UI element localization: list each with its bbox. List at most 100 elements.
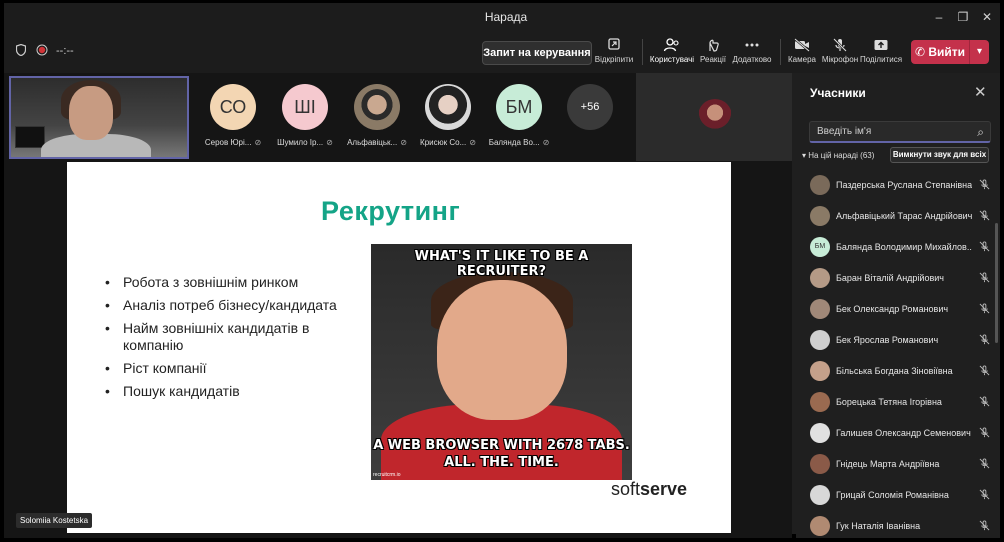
request-control-button[interactable]: Запит на керування	[482, 41, 592, 65]
search-input[interactable]: Введіть ім'я ⌕	[809, 121, 991, 143]
leave-main[interactable]: ✆ Вийти	[911, 40, 969, 64]
mic-off-icon: ⊘	[400, 138, 407, 147]
avatar	[698, 99, 732, 133]
participant-name-row: Баляндa Во... ⊘	[484, 138, 554, 147]
mic-off-icon: ⊘	[542, 138, 550, 147]
participant-name: Більська Богдана Зіновіївна	[836, 366, 953, 376]
scrollbar[interactable]	[995, 223, 998, 343]
mute-all-button[interactable]: Вимкнути звук для всіх	[890, 147, 989, 163]
shared-slide: Рекрутинг Робота з зовнішнім ринком Анал…	[67, 162, 731, 533]
leave-button[interactable]: ✆ Вийти ▾	[911, 40, 989, 64]
participant-name: Бек Ярослав Романович	[836, 335, 939, 345]
participant-tile[interactable]: Альфавіцьк... ⊘	[342, 81, 412, 147]
list-item[interactable]: Галишев Олександр Семенович	[796, 418, 1000, 449]
list-item: Пошук кандидатів	[103, 383, 343, 400]
list-item[interactable]: Більська Богдана Зіновіївна	[796, 356, 1000, 387]
avatar	[810, 299, 830, 319]
people-icon	[663, 38, 679, 52]
avatar: БМ	[810, 237, 830, 257]
slide-bullet-list: Робота з зовнішнім ринком Аналіз потреб …	[103, 274, 343, 406]
meme-kid-face	[437, 280, 567, 420]
unpin-label: Відкріпити	[594, 55, 634, 64]
presenter-video[interactable]	[9, 76, 189, 159]
more-participants-count[interactable]: +56	[567, 84, 613, 130]
mic-off-icon	[979, 334, 990, 348]
presenter-name-label: Solomiia Kostetska	[16, 513, 93, 528]
mic-off-icon	[979, 241, 990, 255]
participant-tile[interactable]: Крисюк Со... ⊘	[413, 81, 483, 147]
participant-tile[interactable]: СО Серов Юрі... ⊘	[198, 81, 268, 147]
meme-source: recruitcrm.io	[373, 472, 401, 478]
list-item[interactable]: Бек Ярослав Романович	[796, 325, 1000, 356]
more-participants-tile[interactable]: +56	[555, 81, 625, 130]
mic-off-icon	[979, 427, 990, 441]
unpin-button[interactable]: Відкріпити	[590, 37, 638, 69]
unpin-icon	[608, 38, 620, 50]
avatar: БМ	[496, 84, 542, 130]
section-label: На цій нараді (63)	[808, 151, 875, 160]
mic-off-icon	[979, 303, 990, 317]
presenter-face	[69, 86, 113, 140]
meme-bottom-text: A WEB BROWSER WITH 2678 TABS. ALL. THE. T…	[371, 437, 632, 471]
section-header[interactable]: ▾ На цій нараді (63)	[802, 151, 874, 160]
background-monitor	[15, 126, 45, 148]
leave-options-chevron-icon[interactable]: ▾	[969, 40, 989, 64]
participant-tile[interactable]: ШІ Шумило Ір... ⊘	[270, 81, 340, 147]
more-icon	[745, 43, 759, 47]
avatar	[425, 84, 471, 130]
participant-name-row: Шумило Ір... ⊘	[270, 138, 340, 147]
avatar	[810, 392, 830, 412]
participant-name: Борецька Тетяна Ігорівна	[836, 397, 942, 407]
participant-name: Крисюк Со...	[420, 138, 467, 147]
avatar	[810, 454, 830, 474]
participant-name: Баран Віталій Андрійович	[836, 273, 944, 283]
title-bar: Нарада – ❐ ✕	[4, 3, 1000, 31]
mic-off-icon	[979, 458, 990, 472]
avatar	[810, 361, 830, 381]
avatar	[354, 84, 400, 130]
participant-name-row: Крисюк Со... ⊘	[413, 138, 483, 147]
reactions-icon	[709, 39, 719, 52]
participant-tile[interactable]: БМ Баляндa Во... ⊘	[484, 81, 554, 147]
slide-title: Рекрутинг	[321, 196, 461, 226]
avatar	[810, 268, 830, 288]
minimize-button[interactable]: –	[928, 6, 950, 28]
meme-bottom-line: A WEB BROWSER WITH 2678 TABS.	[373, 438, 630, 453]
list-item: Найм зовнішніх кандидатів в компанію	[103, 320, 343, 354]
logo-part: soft	[611, 479, 641, 499]
close-icon[interactable]: ✕	[974, 83, 987, 101]
mic-off-icon: ⊘	[469, 138, 476, 147]
list-item[interactable]: Грицай Соломія Романівна	[796, 480, 1000, 511]
list-item[interactable]: Гук Наталія Іванівна	[796, 511, 1000, 542]
list-item[interactable]: Баран Віталій Андрійович	[796, 263, 1000, 294]
mic-off-icon: ⊘	[254, 138, 262, 147]
list-item: Робота з зовнішнім ринком	[103, 274, 343, 291]
avatar	[810, 516, 830, 536]
avatar	[810, 485, 830, 505]
mic-off-icon	[833, 38, 847, 52]
list-item[interactable]: Альфавіцький Тарас Андрійович	[796, 201, 1000, 232]
close-window-button[interactable]: ✕	[976, 6, 998, 28]
participant-list: Паздерська Руслана Степанівна Альфавіцьки…	[796, 170, 1000, 542]
maximize-button[interactable]: ❐	[952, 6, 974, 28]
mic-off-icon	[979, 520, 990, 534]
list-item[interactable]: Гнідець Марта Андріївна	[796, 449, 1000, 480]
participant-name: Баляндa Володимир Михайлов...	[836, 242, 972, 252]
mic-off-icon	[979, 489, 990, 503]
participant-name: Серов Юрі...	[204, 138, 252, 147]
list-item[interactable]: БМ Баляндa Володимир Михайлов...	[796, 232, 1000, 263]
window-title: Нарада	[484, 10, 528, 24]
teams-window: Нарада – ❐ ✕ --:-- Запит на керування Ві…	[0, 0, 1004, 538]
avatar: ШІ	[282, 84, 328, 130]
participant-name-row: Серов Юрі... ⊘	[198, 138, 268, 147]
list-item[interactable]: Паздерська Руслана Степанівна	[796, 170, 1000, 201]
toolbar-divider	[642, 39, 643, 65]
mic-off-icon	[979, 272, 990, 286]
list-item[interactable]: Бек Олександр Романович	[796, 294, 1000, 325]
share-button[interactable]: Поділитися	[857, 37, 905, 69]
share-icon	[874, 40, 888, 50]
spotlight-participant[interactable]	[636, 73, 792, 161]
participant-name: Грицай Соломія Романівна	[836, 490, 949, 500]
list-item[interactable]: Борецька Тетяна Ігорівна	[796, 387, 1000, 418]
more-actions-button[interactable]: Додатково	[728, 37, 776, 69]
